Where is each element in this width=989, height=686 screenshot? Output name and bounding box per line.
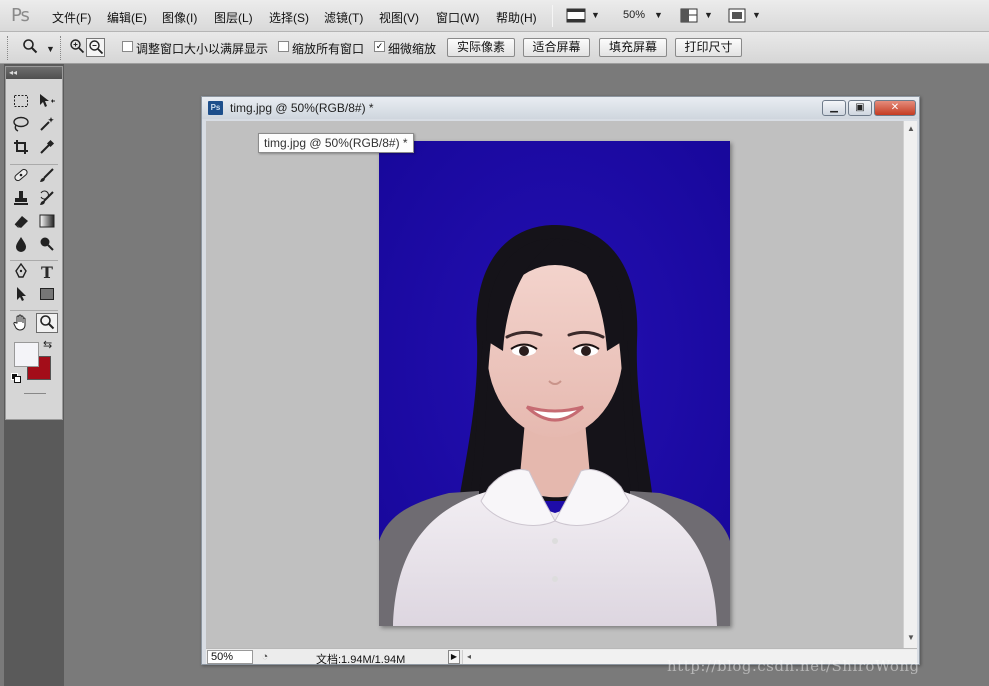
zoom-out-icon[interactable] [86,38,105,57]
menu-filter[interactable]: 滤镜(T) [324,9,363,26]
chevron-down-icon[interactable]: ▼ [591,10,600,20]
zoom-level-dropdown[interactable]: 50% [623,9,645,21]
scroll-left-icon[interactable]: ◂ [467,652,471,661]
tools-separator [10,310,58,311]
menu-bar: Ps 文件(F) 编辑(E) 图像(I) 图层(L) 选择(S) 滤镜(T) 视… [0,0,989,32]
menu-image[interactable]: 图像(I) [162,9,197,26]
canvas-area[interactable] [206,121,903,648]
zoom-all-windows-label: 缩放所有窗口 [292,42,365,56]
magic-wand-icon[interactable] [36,116,58,136]
zoom-tool-preset-icon[interactable] [20,38,39,57]
brush-icon[interactable] [36,167,58,187]
foreground-color-swatch[interactable] [14,342,39,367]
photoshop-document-icon: Ps [208,101,223,115]
document-title: timg.jpg @ 50%(RGB/8#) * [230,101,374,115]
eyedropper-icon[interactable] [36,139,58,159]
chevron-down-icon[interactable]: ▼ [704,10,713,20]
options-bar: ▼ 调整窗口大小以满屏显示 缩放所有窗口 ✓ 细微缩放 实际像素 适合屏幕 填充… [0,32,989,64]
arrange-documents-icon[interactable] [680,8,698,26]
rectangular-marquee-icon[interactable] [10,93,32,113]
dodge-icon[interactable] [36,236,58,256]
chevron-down-icon[interactable]: ▼ [752,10,761,20]
menu-edit[interactable]: 编辑(E) [107,9,147,26]
pen-icon[interactable] [10,262,32,283]
status-info-icon[interactable]: ◔ [258,650,272,664]
zoom-tool-icon[interactable] [36,313,58,333]
move-tool-icon[interactable] [36,93,58,113]
eraser-icon[interactable] [10,213,32,233]
blur-icon[interactable] [10,236,32,256]
document-size: 文档:1.94M/1.94M [316,654,406,666]
type-tool-icon[interactable]: T [36,263,58,283]
menu-select[interactable]: 选择(S) [269,9,309,26]
vertical-scrollbar[interactable]: ▲ ▼ [903,121,917,648]
resize-windows-label: 调整窗口大小以满屏显示 [136,42,269,56]
chevron-down-icon[interactable]: ▼ [46,44,55,54]
menu-separator [552,5,553,27]
status-menu-arrow-icon[interactable]: ▶ [448,650,460,664]
path-selection-icon[interactable] [10,286,32,306]
zoom-field[interactable]: 50% [207,650,253,664]
resize-windows-checkbox[interactable] [122,41,133,52]
fit-screen-button[interactable]: 适合屏幕 [523,38,590,57]
rectangle-shape-icon[interactable] [36,286,58,306]
tools-panel-body: ◂◂ T ⇆ [5,66,63,420]
scroll-down-icon[interactable]: ▼ [907,633,915,642]
lasso-icon[interactable] [10,116,32,136]
document-tooltip: timg.jpg @ 50%(RGB/8#) * [258,133,414,153]
quick-mask-divider [24,393,46,394]
healing-brush-icon[interactable] [10,167,32,187]
actual-pixels-button[interactable]: 实际像素 [447,38,515,57]
screen-mode-icon[interactable] [728,8,746,26]
scrubby-zoom-label: 细微缩放 [388,42,437,56]
menu-view[interactable]: 视图(V) [379,9,419,26]
menu-file[interactable]: 文件(F) [52,9,91,26]
zoom-all-windows-checkbox[interactable] [278,41,289,52]
screen-mode-film-icon[interactable] [566,8,586,26]
document-title-bar[interactable]: Ps timg.jpg @ 50%(RGB/8#) * ▁ ▣ ✕ [202,97,919,119]
options-grip[interactable] [7,36,9,60]
menu-help[interactable]: 帮助(H) [496,9,537,26]
menu-layer[interactable]: 图层(L) [214,9,253,26]
fill-screen-button[interactable]: 填充屏幕 [599,38,667,57]
history-brush-icon[interactable] [36,190,58,210]
document-window: Ps timg.jpg @ 50%(RGB/8#) * ▁ ▣ ✕ ▲ ▼ 50… [201,96,920,666]
maximize-icon[interactable]: ▣ [848,100,872,116]
photoshop-logo: Ps [11,5,30,26]
scroll-up-icon[interactable]: ▲ [907,124,915,133]
tools-separator [10,164,58,165]
close-icon[interactable]: ✕ [874,100,916,116]
gradient-icon[interactable] [36,213,58,233]
print-size-button[interactable]: 打印尺寸 [675,38,742,57]
clone-stamp-icon[interactable] [10,190,32,210]
hand-tool-icon[interactable] [10,313,32,333]
tools-panel-collapse[interactable]: ◂◂ [6,67,62,79]
zoom-in-icon[interactable] [67,38,86,57]
minimize-icon[interactable]: ▁ [822,100,846,116]
portrait-photo [379,141,730,626]
swap-colors-icon[interactable]: ⇆ [43,338,52,351]
tools-panel: ◂◂ T ⇆ [4,64,64,686]
options-separator [60,36,62,60]
crop-icon[interactable] [10,139,32,159]
chevron-down-icon[interactable]: ▼ [654,10,663,20]
scrubby-zoom-checkbox[interactable]: ✓ [374,41,385,52]
watermark: http://blog.csdn.net/ShiroWong [667,657,920,675]
photo-canvas[interactable] [379,141,730,626]
default-colors-icon[interactable] [11,373,21,385]
menu-window[interactable]: 窗口(W) [436,9,479,26]
tools-separator [10,260,58,261]
